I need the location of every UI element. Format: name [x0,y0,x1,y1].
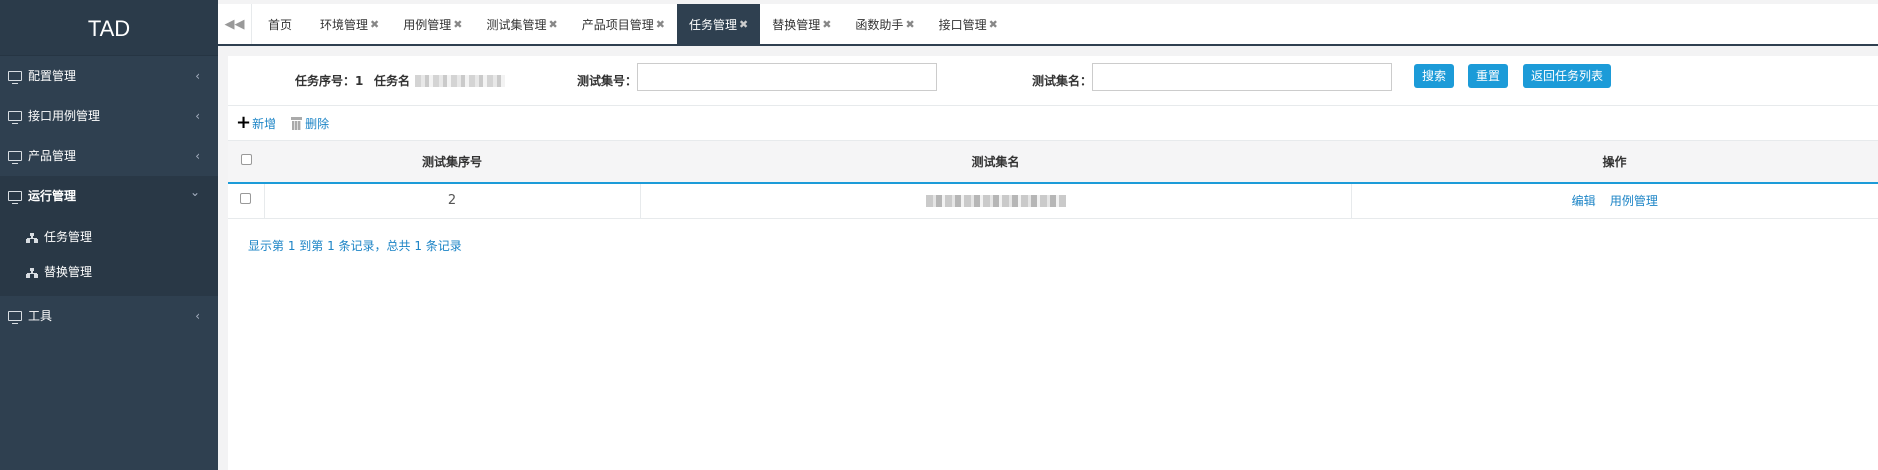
suite-name-label: 测试集名： [1032,74,1093,88]
back-to-task-list-button[interactable]: 返回任务列表 [1523,64,1612,88]
toolbar: + 新增 删除 [228,106,1878,140]
close-icon[interactable]: ✖ [549,18,558,31]
tab-label: 任务管理 [688,17,737,32]
sidebar-subitem-replace[interactable]: 替换管理 [0,255,218,290]
sidebar-item-products[interactable]: 产品管理 ‹ [0,136,218,176]
sidebar-item-label: 产品管理 [28,149,77,163]
chevron-left-icon: ‹ [195,309,200,323]
add-label: 新增 [252,116,277,131]
tab-tasks[interactable]: 任务管理 ✖ [676,4,761,44]
tab-label: 函数助手 [855,17,904,32]
tab-projects[interactable]: 产品项目管理 ✖ [570,4,677,44]
tab-label: 环境管理 [320,17,369,32]
tab-scroll-left-icon[interactable]: ◀◀ [218,4,252,44]
sidebar-item-label: 工具 [28,309,53,323]
monitor-icon [8,311,22,324]
search-bar: 任务序号：1 任务名 测试集号： 测试集名： 搜索 重置 返回任务列表 [228,56,1878,106]
sidebar-item-run[interactable]: 运行管理 ⌄ [0,176,218,216]
add-button[interactable]: + 新增 [236,112,277,133]
chevron-left-icon: ‹ [195,109,200,123]
actions-cell: 编辑 用例管理 [1351,182,1878,219]
row-select-cell [228,182,265,219]
monitor-icon [8,191,22,204]
sidebar-item-api-cases[interactable]: 接口用例管理 ‹ [0,96,218,136]
monitor-icon [8,111,22,124]
suite-index-cell: 2 [264,182,641,219]
tab-functions[interactable]: 函数助手 ✖ [843,4,926,44]
close-icon[interactable]: ✖ [656,18,665,31]
column-header[interactable]: 测试集名 [640,140,1351,184]
sidebar-item-label: 接口用例管理 [28,109,101,123]
sitemap-icon [26,232,38,243]
select-all-checkbox[interactable] [240,154,252,166]
task-name-value [415,75,505,87]
sidebar: TAD 配置管理 ‹ 接口用例管理 ‹ 产品管理 ‹ 运行管理 ⌄ 任务管理 替… [0,0,218,470]
tab-label: 产品项目管理 [581,17,654,32]
tab-label: 用例管理 [403,17,452,32]
tab-replace[interactable]: 替换管理 ✖ [760,4,843,44]
delete-button[interactable]: 删除 [290,115,329,132]
sidebar-submenu: 任务管理 替换管理 [0,216,218,296]
tab-label: 测试集管理 [486,17,547,32]
case-manage-link[interactable]: 用例管理 [1610,194,1658,208]
sidebar-subitem-tasks[interactable]: 任务管理 [0,220,218,255]
reset-button[interactable]: 重置 [1468,64,1509,88]
chevron-left-icon: ‹ [195,149,200,163]
column-header: 操作 [1351,140,1878,184]
trash-icon [290,116,303,130]
sidebar-subitem-label: 替换管理 [44,265,93,279]
chevron-left-icon: ‹ [195,69,200,83]
sidebar-subitem-label: 任务管理 [44,230,93,244]
suite-number-input[interactable] [637,63,937,91]
suite-name-input[interactable] [1092,63,1392,91]
close-icon[interactable]: ✖ [453,18,462,31]
table-row: 2 编辑 用例管理 [228,182,1878,219]
suite-name-cell [640,182,1352,219]
sitemap-icon [26,267,38,278]
suite-number-label: 测试集号： [577,74,638,88]
task-number-label: 任务序号：1 [295,74,364,88]
column-header[interactable]: 测试集序号 [264,140,640,184]
row-checkbox[interactable] [240,193,252,205]
close-icon[interactable]: ✖ [822,18,831,31]
main-content: 任务序号：1 任务名 测试集号： 测试集名： 搜索 重置 返回任务列表 + 新增… [228,56,1878,470]
monitor-icon [8,71,22,84]
tab-bar: ◀◀ 首页 环境管理 ✖ 用例管理 ✖ 测试集管理 ✖ 产品项目管理 ✖ 任务管理 ✖ 替… [218,4,1878,46]
sidebar-item-label: 配置管理 [28,69,77,83]
sidebar-item-label: 运行管理 [28,189,77,203]
delete-label: 删除 [305,116,330,131]
close-icon[interactable]: ✖ [370,18,379,31]
suite-name-value [925,194,1066,207]
tab-suites[interactable]: 测试集管理 ✖ [474,4,569,44]
sidebar-item-tools[interactable]: 工具 ‹ [0,296,218,336]
app-logo: TAD [0,0,218,56]
sidebar-item-config[interactable]: 配置管理 ‹ [0,56,218,96]
suite-table: 测试集序号 测试集名 操作 2 编辑 用例管理 [228,140,1878,219]
task-name-label: 任务名 [374,74,411,88]
tab-label: 接口管理 [938,17,987,32]
tab-home[interactable]: 首页 [252,4,308,44]
table-header-row: 测试集序号 测试集名 操作 [228,140,1878,184]
close-icon[interactable]: ✖ [905,18,914,31]
tab-label: 替换管理 [772,17,821,32]
monitor-icon [8,151,22,164]
edit-link[interactable]: 编辑 [1572,194,1596,208]
pagination-summary: 显示第 1 到第 1 条记录，总共 1 条记录 [248,239,462,253]
tab-env[interactable]: 环境管理 ✖ [308,4,391,44]
close-icon[interactable]: ✖ [739,18,748,31]
close-icon[interactable]: ✖ [989,18,998,31]
tab-api[interactable]: 接口管理 ✖ [927,4,1010,44]
search-button[interactable]: 搜索 [1414,64,1455,88]
tab-cases[interactable]: 用例管理 ✖ [391,4,474,44]
select-all-cell [228,140,264,184]
plus-icon: + [236,112,252,133]
chevron-down-icon: ⌄ [189,185,200,199]
